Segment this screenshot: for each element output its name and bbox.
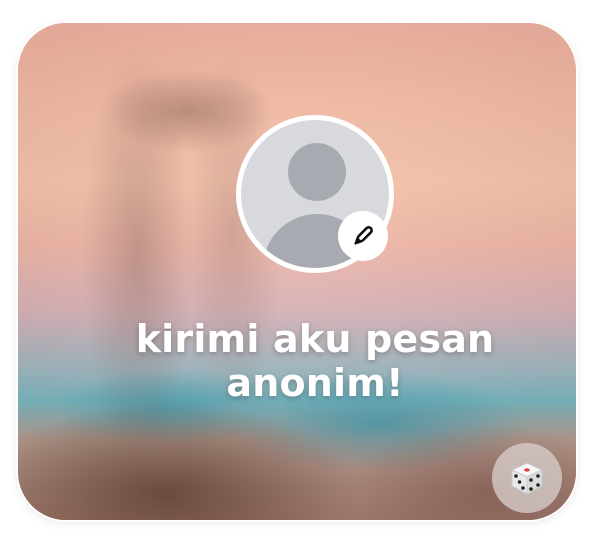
user-placeholder-icon-head — [288, 143, 346, 201]
edit-avatar-button[interactable] — [338, 211, 388, 261]
dice-icon — [510, 462, 544, 495]
pencil-icon — [354, 226, 373, 245]
headline: kirimi aku pesan anonim! — [135, 317, 495, 405]
avatar-container — [236, 115, 394, 273]
random-dice-button[interactable] — [492, 443, 562, 513]
message-card: kirimi aku pesan anonim! — [18, 23, 576, 520]
